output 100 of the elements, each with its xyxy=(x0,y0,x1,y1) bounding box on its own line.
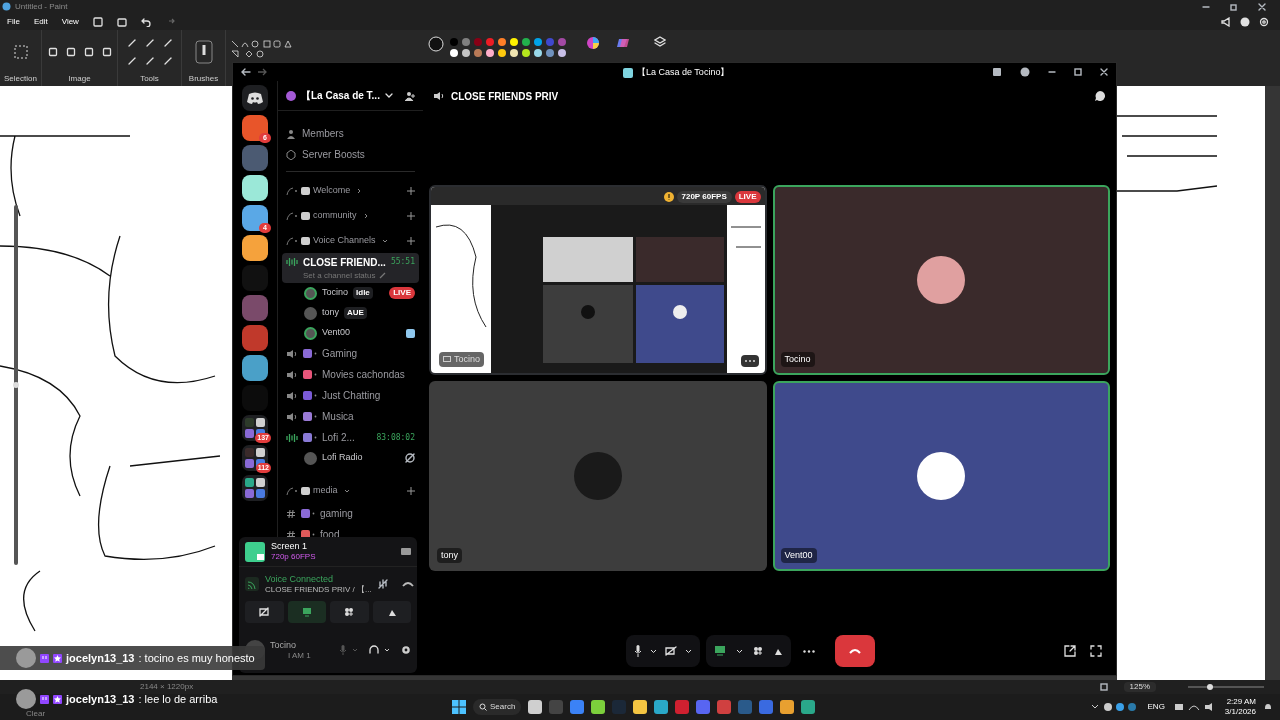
settings-icon[interactable] xyxy=(401,645,411,655)
fit-icon[interactable] xyxy=(1099,683,1108,691)
forward-arrow-icon[interactable] xyxy=(257,68,267,76)
add-channel-icon[interactable] xyxy=(407,186,415,195)
video-tile[interactable]: Tocino xyxy=(772,185,1110,375)
color-swatch[interactable] xyxy=(474,49,482,57)
server-icon[interactable] xyxy=(242,205,268,231)
account-icon[interactable] xyxy=(1240,16,1250,27)
disconnect-icon[interactable] xyxy=(401,580,414,588)
brush-icon[interactable] xyxy=(194,40,213,64)
member-name[interactable]: Vent00 xyxy=(322,326,351,340)
camera-off-icon[interactable] xyxy=(665,646,677,656)
menu-item[interactable]: View xyxy=(61,15,79,28)
current-color-icon[interactable] xyxy=(428,36,444,52)
color-swatch[interactable] xyxy=(486,49,494,57)
video-tile[interactable]: 720P 60FPS LIVE Tocino xyxy=(429,185,767,375)
clock[interactable]: 2:29 AM 3/1/2026 xyxy=(1224,697,1256,717)
audio-video-controls[interactable] xyxy=(626,635,700,667)
taskbar-app-icon[interactable] xyxy=(591,700,606,714)
add-channel-icon[interactable] xyxy=(407,236,415,245)
activities-icon[interactable] xyxy=(753,646,763,656)
server-folder-icon[interactable] xyxy=(242,475,268,501)
menu-item[interactable]: File xyxy=(7,15,20,28)
color-swatch[interactable] xyxy=(486,38,494,46)
server-icon[interactable] xyxy=(242,235,268,261)
hang-up-button[interactable] xyxy=(835,635,875,667)
settings-icon[interactable] xyxy=(1259,16,1269,27)
add-channel-icon[interactable] xyxy=(407,486,415,495)
share-controls[interactable] xyxy=(706,635,791,667)
taskbar-app-icon[interactable] xyxy=(633,700,648,714)
sidebar-item[interactable]: Members xyxy=(302,126,344,141)
clear-label[interactable]: Clear xyxy=(26,709,46,719)
help-icon[interactable] xyxy=(1020,67,1030,77)
close-icon[interactable] xyxy=(1100,68,1108,76)
voice-channel-path[interactable]: CLOSE FRIENDS PRIV / 【... xyxy=(265,584,372,595)
color-swatch[interactable] xyxy=(498,49,506,57)
channel-name[interactable]: Just Chatting xyxy=(322,388,381,403)
channel-name[interactable]: Movies cachondas xyxy=(322,367,405,382)
chat-username[interactable]: jocelyn13_13 xyxy=(66,651,135,665)
megaphone-icon[interactable] xyxy=(1221,16,1231,27)
color-wheel-icon[interactable] xyxy=(586,36,600,50)
back-arrow-icon[interactable] xyxy=(241,68,251,76)
taskbar-app-icon[interactable] xyxy=(528,700,543,714)
taskbar-app-icon[interactable] xyxy=(570,700,585,714)
selected-channel[interactable]: CLOSE FRIEND... 55:51 Set a channel status xyxy=(282,253,419,283)
color-swatch[interactable] xyxy=(450,49,458,57)
video-tile[interactable]: tony xyxy=(429,381,767,571)
color-swatch[interactable] xyxy=(534,38,542,46)
member-name[interactable]: tony xyxy=(322,306,339,320)
sidebar-item[interactable]: Server Boosts xyxy=(302,147,365,162)
channel-name[interactable]: Lofi 2... xyxy=(322,430,355,445)
add-channel-icon[interactable] xyxy=(407,211,415,220)
color-swatch[interactable] xyxy=(462,49,470,57)
headphones-icon[interactable] xyxy=(369,645,379,655)
server-name[interactable]: 【La Casa de T... xyxy=(301,88,380,103)
chat-username[interactable]: jocelyn13_13 xyxy=(66,692,135,706)
noise-suppression-icon[interactable] xyxy=(377,579,388,589)
home-button[interactable] xyxy=(242,85,268,111)
category-label[interactable]: Welcome xyxy=(313,183,351,198)
chevron-right-icon[interactable] xyxy=(356,187,363,194)
camera-off-button[interactable] xyxy=(245,601,284,623)
video-tile[interactable]: Vent00 xyxy=(772,381,1110,571)
color-swatch[interactable] xyxy=(558,38,566,46)
fullscreen-icon[interactable] xyxy=(1090,645,1102,657)
selection-icon[interactable] xyxy=(13,45,28,59)
restore-icon[interactable] xyxy=(1230,2,1238,11)
language-indicator[interactable]: ENG xyxy=(1147,701,1165,713)
server-icon[interactable] xyxy=(242,175,268,201)
screen-share-icon[interactable] xyxy=(714,646,726,656)
chevron-right-icon[interactable] xyxy=(362,212,369,219)
category-label[interactable]: community xyxy=(313,208,357,223)
color-swatch[interactable] xyxy=(546,49,554,57)
color-swatch[interactable] xyxy=(498,38,506,46)
zoom-dropdown[interactable]: 125% xyxy=(1123,682,1156,692)
layers-icon[interactable] xyxy=(654,36,666,48)
close-icon[interactable] xyxy=(1258,2,1266,11)
server-icon[interactable] xyxy=(242,355,268,381)
member-name[interactable]: Lofi Radio xyxy=(322,451,363,465)
undo-icon[interactable] xyxy=(140,16,151,27)
microphone-icon[interactable] xyxy=(634,645,642,657)
chevron-down-icon[interactable] xyxy=(381,237,388,244)
chevron-down-icon[interactable] xyxy=(343,487,350,494)
server-folder-icon[interactable] xyxy=(242,445,268,471)
color-swatch[interactable] xyxy=(534,49,542,57)
pop-out-icon[interactable] xyxy=(1064,645,1076,657)
taskbar-search[interactable]: Search xyxy=(473,699,522,715)
invite-icon[interactable] xyxy=(405,90,415,101)
minimize-icon[interactable] xyxy=(1048,68,1056,76)
member-name[interactable]: Tocino xyxy=(322,286,348,300)
start-icon[interactable] xyxy=(452,700,466,714)
stop-stream-icon[interactable] xyxy=(401,546,411,557)
color-swatch[interactable] xyxy=(522,38,530,46)
color-swatch[interactable] xyxy=(546,38,554,46)
color-swatch[interactable] xyxy=(522,49,530,57)
taskbar-app-icon[interactable] xyxy=(801,700,816,714)
server-icon[interactable] xyxy=(242,115,268,141)
color-swatch[interactable] xyxy=(558,49,566,57)
zoom-slider-icon[interactable] xyxy=(1186,683,1266,691)
channel-name[interactable]: Gaming xyxy=(322,346,357,361)
inbox-icon[interactable] xyxy=(992,67,1002,77)
